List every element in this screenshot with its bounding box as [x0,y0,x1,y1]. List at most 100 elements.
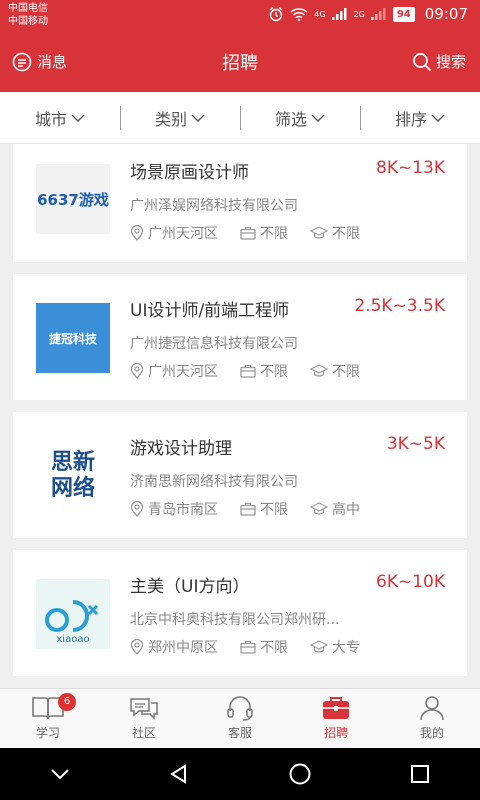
job-experience: 不限 [260,226,288,242]
filter-bar: 城市 类别 筛选 排序 [0,92,480,144]
job-salary: 6K~10K [376,572,445,592]
job-title: 游戏设计助理 [130,439,232,459]
back-triangle-icon[interactable] [168,763,190,785]
job-list: 6637游戏 场景原画设计师 8K~13K 广州泽娱网络科技有限公司 广州天河区… [0,144,480,688]
job-card[interactable]: 6637游戏 场景原画设计师 8K~13K 广州泽娱网络科技有限公司 广州天河区… [13,144,467,262]
company-logo: 思新 网络 [36,441,110,511]
tab-support[interactable]: 客服 [192,689,288,748]
status-icons: 4G 2G 94 09:07 [268,5,468,23]
filter-screen[interactable]: 筛选 [240,92,360,143]
location-pin-icon [130,225,144,241]
company-logo-text: 6637游戏 [37,190,109,209]
company-name: 广州捷冠信息科技有限公司 [130,336,298,352]
tab-profile-label: 我的 [419,726,444,740]
job-card[interactable]: 思新 网络 游戏设计助理 3K~5K 济南思新网络科技有限公司 青岛市南区 不限… [13,412,467,538]
job-experience: 不限 [260,364,288,380]
job-title: UI设计师/前端工程师 [130,301,290,321]
filter-screen-label: 筛选 [274,109,307,129]
job-location: 郑州中原区 [148,640,218,656]
app-header: 消息 招聘 搜索 [0,31,480,92]
graduation-cap-icon [310,502,328,515]
briefcase-icon [240,502,256,516]
job-salary: 3K~5K [386,434,445,454]
headset-icon [227,696,253,721]
company-name: 广州泽娱网络科技有限公司 [130,198,298,214]
company-name: 北京中科奥科技有限公司郑州研... [130,612,340,628]
filter-category[interactable]: 类别 [120,92,240,143]
location-pin-icon [130,501,144,517]
briefcase-icon [240,226,256,240]
job-title: 场景原画设计师 [130,163,249,183]
tab-study-label: 学习 [35,726,60,740]
search-icon [413,52,432,71]
briefcase-icon [240,364,256,378]
tab-recruitment-label: 招聘 [323,726,348,740]
tab-support-label: 客服 [227,726,252,740]
job-education: 高中 [332,502,360,518]
battery-indicator: 94 [392,6,415,22]
job-education: 不限 [332,364,360,380]
network-type-1: 4G [314,9,326,19]
filter-sort[interactable]: 排序 [360,92,480,143]
job-meta: 青岛市南区 不限 高中 [130,499,382,519]
job-meta: 广州天河区 不限 不限 [130,361,382,381]
job-experience: 不限 [260,502,288,518]
tab-profile[interactable]: 我的 [384,689,480,748]
search-label: 搜索 [435,53,466,71]
filter-city-label: 城市 [34,109,67,129]
briefcase-icon [323,697,349,719]
chevron-down-icon [71,114,85,122]
filter-city[interactable]: 城市 [0,92,120,143]
person-icon [420,696,444,721]
company-name: 济南思新网络科技有限公司 [130,474,298,490]
graduation-cap-icon [310,640,328,653]
clock: 09:07 [424,5,468,23]
job-card[interactable]: 捷冠科技 UI设计师/前端工程师 2.5K~3.5K 广州捷冠信息科技有限公司 … [13,274,467,400]
job-education: 不限 [332,226,360,242]
signal-icon-2 [370,8,386,20]
company-logo: 6637游戏 [36,164,110,234]
tab-community[interactable]: 社区 [96,689,192,748]
search-button[interactable]: 搜索 [412,51,466,72]
job-salary: 8K~13K [376,158,445,178]
page-title: 招聘 [222,53,258,74]
briefcase-icon [240,640,256,654]
job-location: 青岛市南区 [148,502,218,518]
company-logo-text: 捷冠科技 [48,331,97,346]
chevron-down-icon [431,114,445,122]
company-logo: xiaoao [36,579,110,649]
chevron-down-icon [311,114,325,122]
job-title: 主美（UI方向） [130,577,250,597]
tab-study[interactable]: 6 学习 [0,689,96,748]
company-logo: 捷冠科技 [36,303,110,373]
carrier-2: 中国移动 [8,16,48,27]
wifi-icon [290,8,308,21]
chat-bubbles-icon [130,698,158,720]
notification-badge: 6 [58,693,76,711]
job-experience: 不限 [260,640,288,656]
job-meta: 郑州中原区 不限 大专 [130,637,382,657]
home-circle-icon[interactable] [288,762,312,786]
filter-sort-label: 排序 [394,109,427,129]
location-pin-icon [130,639,144,655]
filter-category-label: 类别 [154,109,187,129]
carrier-names: 中国电信 中国移动 [8,2,48,28]
job-location: 广州天河区 [148,226,218,242]
carrier-1: 中国电信 [8,3,48,14]
location-pin-icon [130,363,144,379]
status-bar: 中国电信 中国移动 4G 2G 94 09:07 [0,0,480,31]
job-salary: 2.5K~3.5K [354,296,445,316]
job-education: 大专 [332,640,360,656]
tab-recruitment[interactable]: 招聘 [288,689,384,748]
chevron-down-icon[interactable] [49,767,71,781]
job-card[interactable]: xiaoao 主美（UI方向） 6K~10K 北京中科奥科技有限公司郑州研...… [13,550,467,676]
job-location: 广州天河区 [148,364,218,380]
signal-icon-1 [331,8,347,20]
recents-square-icon[interactable] [409,763,431,785]
company-logo-text-1: 思新 [50,450,95,475]
bottom-tab-bar: 6 学习 社区 客服 招聘 我的 [0,688,480,748]
tab-community-label: 社区 [131,726,156,740]
graduation-cap-icon [310,364,328,377]
company-logo-text-2: 网络 [50,476,95,501]
network-type-2: 2G [353,9,365,19]
